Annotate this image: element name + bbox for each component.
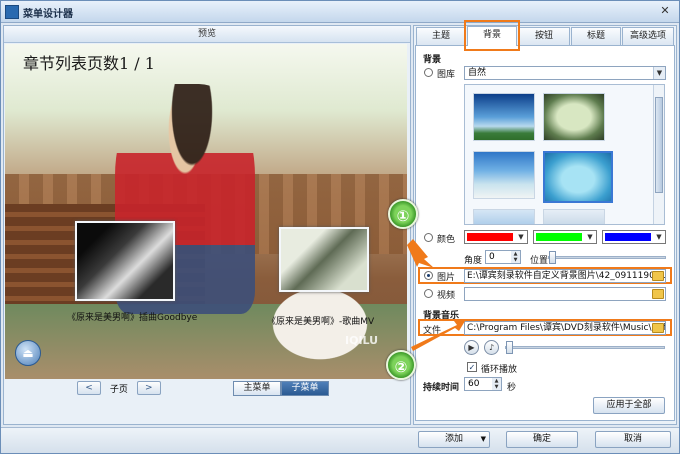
gallery-item[interactable] <box>473 151 535 199</box>
app-icon <box>5 5 19 19</box>
title-bar: 菜单设计器 ✕ <box>1 1 679 23</box>
gallery-item-selected[interactable] <box>543 151 613 203</box>
color-picker-2[interactable]: ▼ <box>533 230 597 244</box>
submenu-tab[interactable]: 子菜单 <box>281 381 329 396</box>
annotation-arrows <box>407 239 465 351</box>
subpage-label: 子页 <box>109 384 128 395</box>
preview-stage: 章节列表页数1 / 1 《原来是美男啊》插曲Goodbye 《原来是美男啊》-歌… <box>5 44 407 379</box>
angle-spinner[interactable]: 0 ▲ ▼ <box>485 250 521 264</box>
menu-level-tabs: 主菜单 子菜单 <box>233 381 329 396</box>
video-path-field[interactable] <box>464 287 666 301</box>
duration-label: 持续时间 <box>423 383 460 393</box>
prev-page-button[interactable]: < <box>77 381 101 395</box>
cancel-button[interactable]: 取消 <box>595 431 671 448</box>
close-icon[interactable]: ✕ <box>657 4 673 19</box>
eject-icon[interactable]: ⏏ <box>15 340 41 366</box>
ok-button[interactable]: 确定 <box>506 431 578 448</box>
spinner-arrows-icon[interactable]: ▲ ▼ <box>492 378 501 390</box>
duration-value: 60 <box>468 379 480 389</box>
position-label: 位置 <box>530 256 549 266</box>
spinner-arrows-icon[interactable]: ▲ ▼ <box>511 251 520 263</box>
scrollbar-thumb[interactable] <box>655 97 663 193</box>
step-1-marker: ① <box>388 199 418 229</box>
music-file-field[interactable]: C:\Program Files\谭宾\DVD刻录软件\Music\defa <box>464 321 666 335</box>
next-page-button[interactable]: > <box>136 381 161 395</box>
music-file-value: C:\Program Files\谭宾\DVD刻录软件\Music\defa <box>467 323 666 333</box>
chapter-list-title: 章节列表页数1 / 1 <box>23 54 155 73</box>
tab-advanced[interactable]: 高级选项 <box>622 27 674 45</box>
chapter-label-2[interactable]: 《原来是美男啊》-歌曲MV <box>267 314 374 327</box>
picture-path-field[interactable]: E:\谭宾刻录软件自定义背景图片\42_09111909164 <box>464 269 666 283</box>
chevron-down-icon: ▼ <box>587 233 593 241</box>
chevron-down-icon: ▼ <box>518 233 524 241</box>
step-2-marker: ② <box>386 350 416 380</box>
chapter-thumbnail-1[interactable] <box>75 221 175 301</box>
gallery-item[interactable] <box>543 93 605 141</box>
chevron-down-icon[interactable]: ▼ <box>481 432 486 447</box>
gallery-select[interactable]: 自然 ▼ <box>464 66 666 80</box>
chevron-down-icon: ▼ <box>653 67 665 79</box>
tab-highlight-box <box>464 20 520 51</box>
apply-all-button[interactable]: 应用于全部 <box>593 397 665 414</box>
subpage-pager: < 子页 > <box>77 381 161 397</box>
color-fill-2 <box>536 233 582 241</box>
slider-knob[interactable] <box>506 341 513 354</box>
duration-spinner[interactable]: 60 ▲ ▼ <box>464 377 502 391</box>
picture-path-value: E:\谭宾刻录软件自定义背景图片\42_09111909164 <box>467 271 666 281</box>
window-title: 菜单设计器 <box>23 9 73 20</box>
loop-checkbox[interactable]: ✓ <box>467 362 477 372</box>
color-picker-3[interactable]: ▼ <box>602 230 666 244</box>
chevron-down-icon: ▼ <box>656 233 662 241</box>
folder-icon[interactable] <box>652 289 664 299</box>
slider-knob[interactable] <box>549 251 556 264</box>
loop-label: 循环播放 <box>481 365 518 375</box>
gallery-item[interactable] <box>473 209 535 224</box>
gallery-select-value: 自然 <box>468 68 487 78</box>
folder-icon[interactable] <box>652 271 664 281</box>
gallery-label: 图库 <box>437 70 456 80</box>
arrow-to-picture <box>407 239 434 268</box>
color-fill-3 <box>605 233 651 241</box>
watermark-logo: IQILU <box>345 334 379 347</box>
main-menu-tab[interactable]: 主菜单 <box>233 381 281 396</box>
preview-header: 预览 <box>4 26 410 43</box>
menu-designer-window: 菜单设计器 ✕ 预览 章节列表页数1 / 1 《原来是美男啊》插曲Goodbye… <box>0 0 680 454</box>
tab-title[interactable]: 标题 <box>571 27 621 45</box>
gallery-item[interactable] <box>543 209 605 224</box>
tab-buttons[interactable]: 按钮 <box>518 27 570 45</box>
chapter-label-1[interactable]: 《原来是美男啊》插曲Goodbye <box>67 310 197 323</box>
gallery-scrollbar[interactable] <box>653 85 664 224</box>
arrow-to-file <box>411 321 465 351</box>
angle-value: 0 <box>489 252 495 262</box>
volume-icon[interactable]: ♪ <box>484 340 499 355</box>
add-button-label: 添加 <box>444 434 463 444</box>
duration-unit: 秒 <box>507 383 517 393</box>
position-slider[interactable] <box>548 251 666 264</box>
folder-icon[interactable] <box>652 323 664 333</box>
gallery-item[interactable] <box>473 93 535 141</box>
chapter-thumbnail-2[interactable] <box>279 227 369 292</box>
add-button[interactable]: 添加 ▼ <box>418 431 490 448</box>
music-progress-slider[interactable] <box>505 341 665 354</box>
gallery-radio[interactable] <box>424 68 433 77</box>
background-section-title: 背景 <box>423 55 442 65</box>
background-gallery <box>464 84 665 225</box>
tab-theme[interactable]: 主题 <box>416 27 466 45</box>
